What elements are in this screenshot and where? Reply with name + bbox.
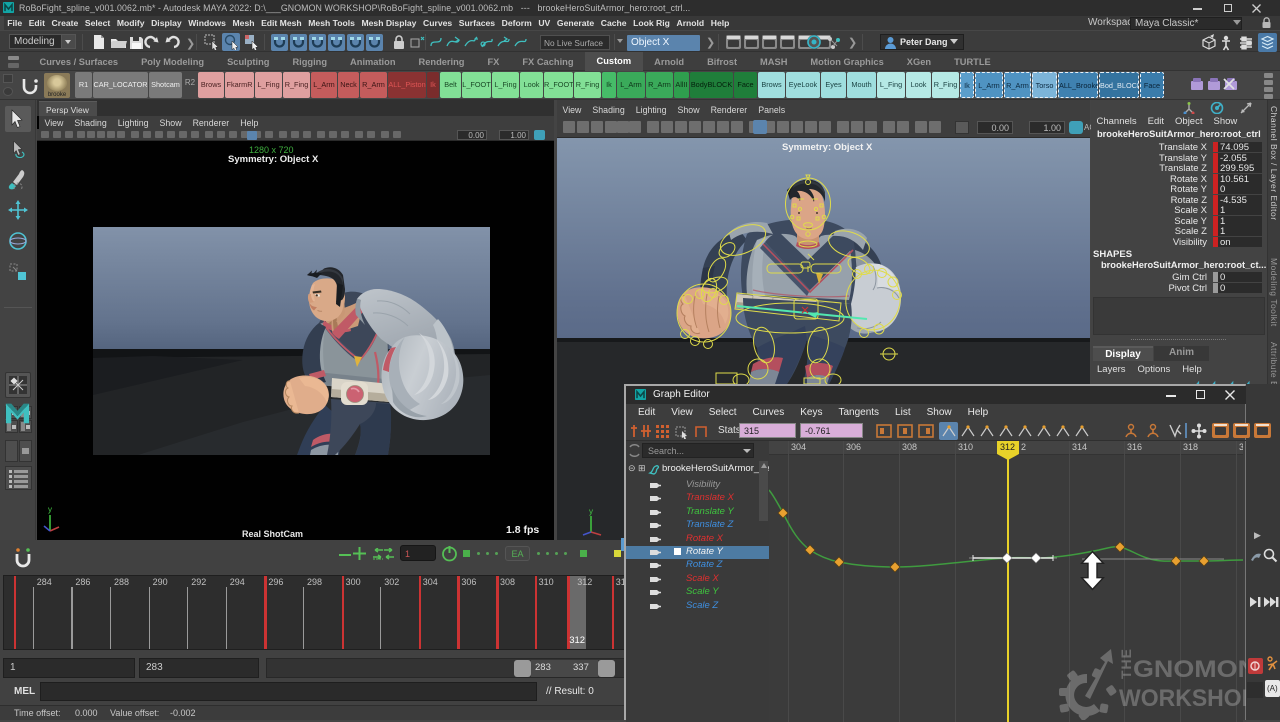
svg-text:y: y <box>48 505 52 514</box>
svg-text:WORKSHOP: WORKSHOP <box>1119 685 1246 712</box>
svg-text:GNOMON: GNOMON <box>1133 656 1246 683</box>
svg-text:THE: THE <box>1118 648 1134 679</box>
svg-text:y: y <box>589 507 593 516</box>
